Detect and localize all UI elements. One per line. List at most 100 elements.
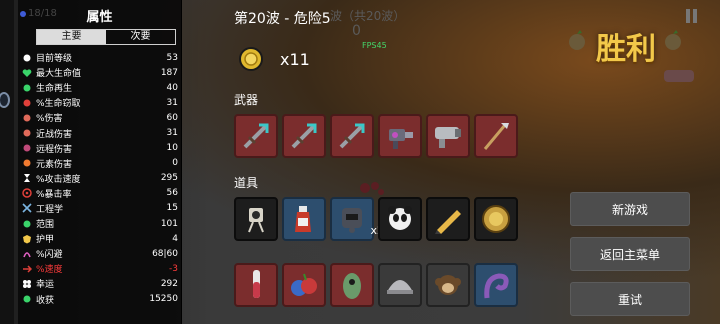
test-tube-slot[interactable] [234,262,278,307]
helmet-slot[interactable] [378,262,422,307]
stat-row: 护甲 4 [22,231,178,246]
crossbow-slot[interactable] [234,114,278,158]
shredder-slot[interactable] [426,114,470,158]
stat-row: 生命再生 40 [22,80,178,95]
helmet-icon [387,279,413,294]
wave-ghost-text: 波（共20波） [330,9,406,23]
mixed-fruit-slot[interactable] [282,262,326,307]
stat-row: 元素伤害 0 [22,156,178,171]
gold-medal-icon [482,205,510,233]
laser-gun-slot[interactable] [378,114,422,158]
pause-icon[interactable] [686,9,698,23]
pencil-slot[interactable] [426,197,470,241]
stat-label: 目前等级 [36,54,73,65]
stat-value: 31 [166,97,178,108]
stat-value: 53 [166,52,178,63]
level-icon [22,53,32,63]
stat-row: 收获 15250 [22,292,178,307]
ranged-icon [22,143,32,153]
stat-label: %攻击速度 [36,174,81,185]
stat-label: %闪避 [36,250,63,261]
stat-label: %伤害 [36,114,63,125]
sauce-bottle-slot[interactable] [282,197,326,241]
elemental-icon [22,158,32,168]
turret-slot[interactable] [234,197,278,241]
spear-slot[interactable] [474,114,518,158]
wave-title: 第20波 - 危险5 [234,11,331,27]
damage-icon [22,113,32,123]
rock-decoration-icon [664,70,694,82]
crossbow-slot[interactable] [282,114,326,158]
weapons-grid [234,114,534,158]
stat-row: 工程学 15 [22,201,178,216]
retry-button[interactable]: 重试 [570,282,690,316]
stat-label: 元素伤害 [36,159,73,170]
stat-label: 近战伤害 [36,129,73,140]
tentacle-icon [484,272,509,298]
stat-row: %生命窃取 31 [22,95,178,110]
stat-label: 工程学 [36,204,64,215]
speed-icon [22,264,32,274]
stat-row: 近战伤害 31 [22,125,178,140]
monkey-icon [435,274,461,295]
heart-icon [22,68,32,78]
stat-row: %速度 -3 [22,261,178,276]
stat-row: %暴击率 56 [22,186,178,201]
stat-row: %伤害 60 [22,110,178,125]
stat-value: 40 [166,82,178,93]
crit-icon [22,188,32,199]
shredder-icon [435,127,461,148]
stat-value: 10 [166,143,178,154]
stats-title: 属性 [86,10,113,25]
new-game-button[interactable]: 新游戏 [570,192,690,226]
materials-count: x11 [280,50,310,69]
panda-icon [388,206,412,230]
stat-row: 远程伤害 10 [22,141,178,156]
stat-row: 幸运 292 [22,276,178,291]
robot-head-slot[interactable]: x2 [330,197,384,241]
tab-primary[interactable]: 主要 [37,30,106,44]
pencil-icon [435,210,461,234]
tentacle-slot[interactable] [474,262,518,307]
fruit-decoration-icon [665,30,681,50]
stat-value: 56 [166,188,178,199]
sauce-bottle-icon [295,206,311,232]
crossbow-icon [243,123,269,149]
main-menu-button[interactable]: 返回主菜单 [570,237,690,271]
dodge-icon [22,249,32,259]
coin-icon [239,47,263,71]
spear-icon [483,123,509,150]
attack-speed-icon [22,173,32,183]
lifesteal-icon [22,98,32,108]
gold-medal-slot[interactable] [474,197,518,241]
regen-icon [22,83,32,93]
stat-value: 68|60 [152,248,178,259]
screen-edge [0,0,14,324]
harvest-icon [22,294,32,304]
turret-icon [248,208,264,233]
stat-value: 187 [160,67,178,78]
engineering-icon [22,203,32,214]
fps-counter: FPS45 [362,41,387,50]
tab-secondary[interactable]: 次要 [106,30,175,44]
stat-value: 15 [166,203,178,214]
stat-value: 101 [160,218,178,229]
melee-icon [22,128,32,138]
stat-label: 生命再生 [36,84,73,95]
items-label: 道具 [234,176,259,190]
rocket-slot[interactable] [330,262,374,307]
panda-slot[interactable] [378,197,422,241]
fruit-decoration-icon [569,30,585,50]
stat-label: %速度 [36,265,63,276]
robot-head-icon [342,208,362,233]
wave-ghost-number: 0 [352,23,361,39]
armor-icon [22,234,32,244]
stat-label: 远程伤害 [36,144,73,155]
crossbow-icon [291,123,317,149]
crossbow-slot[interactable] [330,114,374,158]
stat-value: 15250 [149,294,178,305]
stats-tabs: 主要 次要 [36,29,176,45]
monkey-slot[interactable] [426,262,470,307]
range-icon [22,219,32,229]
stat-label: %暴击率 [36,189,72,200]
